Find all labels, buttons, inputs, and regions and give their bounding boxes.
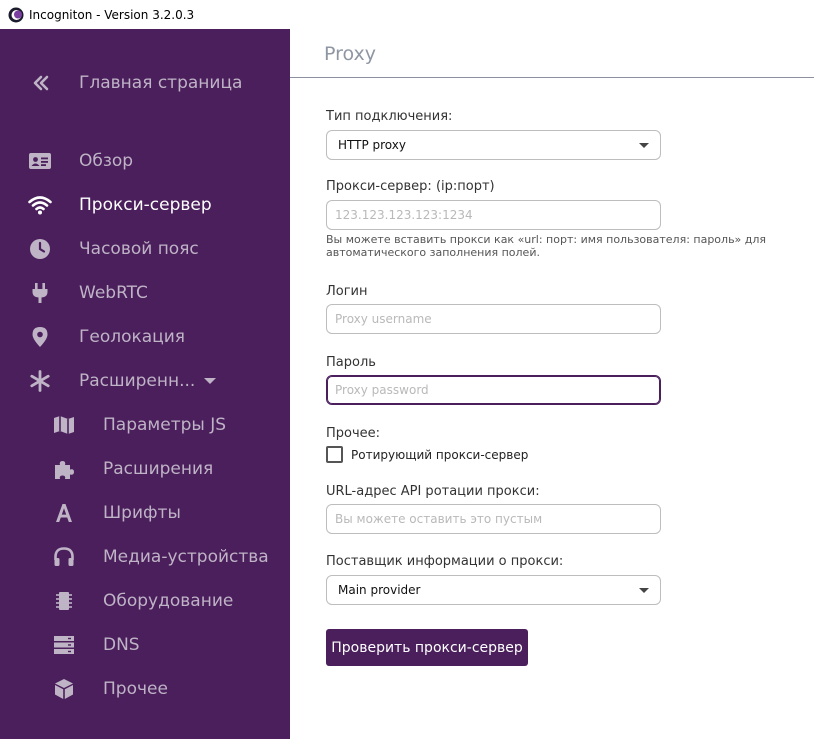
sidebar-item-label: Прочее [103,679,168,699]
server-icon [51,632,77,658]
sidebar-item-label: Прокси-сервер [79,195,212,215]
proxy-server-hint: Вы можете вставить прокси как «url: порт… [326,233,767,259]
login-input[interactable] [326,304,661,334]
sidebar-item-label: Параметры JS [103,415,227,435]
connection-type-value: HTTP proxy [338,138,406,152]
map-pin-icon [27,324,53,350]
dropdown-caret-icon [639,588,649,593]
rotation-api-label: URL-адрес API ротации прокси: [326,484,540,499]
sidebar-item-label: Оборудование [103,591,234,611]
sidebar-item-webrtc[interactable]: WebRTC [0,273,290,313]
asterisk-icon [27,368,53,394]
caret-down-icon [197,368,223,394]
provider-select[interactable]: Main provider [326,575,661,605]
provider-value: Main provider [338,583,421,597]
sidebar-item-label: Обзор [79,151,134,171]
check-proxy-button[interactable]: Проверить прокси-сервер [326,629,528,666]
proxy-server-input[interactable] [326,200,661,230]
sidebar-item-label: Шрифты [103,503,181,523]
sidebar-item-timezone[interactable]: Часовой пояс [0,229,290,269]
page-title: Proxy [324,43,377,65]
password-label: Пароль [326,355,376,370]
sidebar-item-label: Медиа-устройства [103,547,269,567]
plug-icon [27,280,53,306]
login-label: Логин [326,284,368,299]
proxy-server-label: Прокси-сервер: (ip:порт) [326,179,495,194]
headphones-icon [51,544,77,570]
sidebar-item-proxy[interactable]: Прокси-сервер [0,185,290,225]
map-icon [51,412,77,438]
rotating-proxy-option: Ротирующий прокси-сервер [326,446,528,463]
sidebar-subitem-other[interactable]: Прочее [0,669,290,709]
sidebar: Главная страница Обзор Прокси-сервер Час… [0,29,290,739]
cube-icon [51,676,77,702]
sidebar-subitem-js-params[interactable]: Параметры JS [0,405,290,445]
chip-icon [51,588,77,614]
sidebar-item-label: DNS [103,635,140,655]
dropdown-caret-icon [639,143,649,148]
main-panel: Proxy Тип подключения: HTTP proxy Прокси… [290,29,814,739]
double-chevron-left-icon [27,70,53,96]
sidebar-item-label: Расширения [103,459,214,479]
sidebar-subitem-fonts[interactable]: Шрифты [0,493,290,533]
rotating-proxy-label: Ротирующий прокси-сервер [351,447,529,462]
sidebar-item-label: Расширенн... [79,371,196,391]
rotation-api-input[interactable] [326,504,661,534]
puzzle-icon [51,456,77,482]
sidebar-item-geolocation[interactable]: Геолокация [0,317,290,357]
connection-type-label: Тип подключения: [326,109,453,124]
font-icon [51,500,77,526]
window-titlebar: Incogniton - Version 3.2.0.3 [0,0,814,29]
sidebar-item-label: WebRTC [79,283,148,303]
title-divider [290,77,814,78]
sidebar-item-label: Часовой пояс [79,239,199,259]
password-input[interactable] [326,375,661,405]
sidebar-back-label: Главная страница [79,73,243,93]
sidebar-subitem-hardware[interactable]: Оборудование [0,581,290,621]
wifi-icon [27,192,53,218]
sidebar-item-label: Геолокация [79,327,186,347]
sidebar-back-home[interactable]: Главная страница [0,63,290,103]
id-card-icon [27,148,53,174]
sidebar-subitem-dns[interactable]: DNS [0,625,290,665]
sidebar-item-advanced[interactable]: Расширенн... [0,361,290,401]
connection-type-select[interactable]: HTTP proxy [326,130,661,160]
sidebar-subitem-extensions[interactable]: Расширения [0,449,290,489]
window-title: Incogniton - Version 3.2.0.3 [29,7,195,22]
other-label: Прочее: [326,426,381,441]
incogniton-logo-icon [8,7,24,23]
sidebar-subitem-media-devices[interactable]: Медиа-устройства [0,537,290,577]
clock-icon [27,236,53,262]
rotating-proxy-checkbox[interactable] [326,446,343,463]
provider-label: Поставщик информации о прокси: [326,554,564,569]
sidebar-item-overview[interactable]: Обзор [0,141,290,181]
